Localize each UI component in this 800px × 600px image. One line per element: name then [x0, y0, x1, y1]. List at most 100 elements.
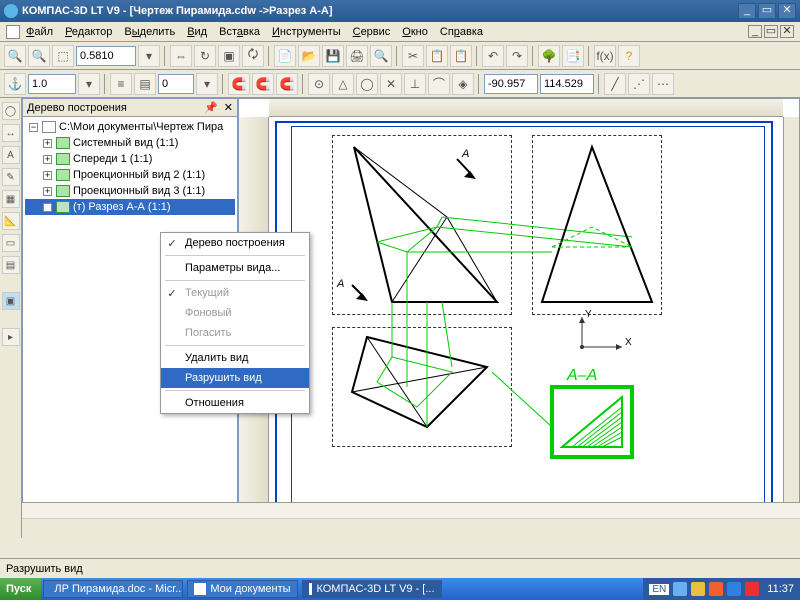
coord-x[interactable]	[484, 74, 538, 94]
line3-icon[interactable]: ⋯	[652, 73, 674, 95]
open-icon[interactable]: 📂	[298, 45, 320, 67]
tree-item[interactable]: +Проекционный вид 2 (1:1)	[25, 167, 235, 183]
menu-window[interactable]: Окно	[402, 26, 428, 38]
dim-icon[interactable]: ↔	[2, 124, 20, 142]
menu-tools[interactable]: Инструменты	[272, 26, 341, 38]
fit-icon[interactable]: ▣	[218, 45, 240, 67]
cut-icon[interactable]: ✂	[402, 45, 424, 67]
toggle-icon[interactable]: +	[43, 187, 52, 196]
snap-mid-icon[interactable]: △	[332, 73, 354, 95]
minimize-button[interactable]: _	[738, 3, 756, 19]
tray-icon[interactable]	[709, 582, 723, 596]
mdi-min[interactable]: _	[748, 25, 762, 38]
context-menu-item[interactable]: ✓Дерево построения	[161, 233, 309, 253]
menu-help[interactable]: Справка	[440, 26, 483, 38]
zoom-area-icon[interactable]: ⬚	[52, 45, 74, 67]
tree-item[interactable]: +Проекционный вид 3 (1:1)	[25, 183, 235, 199]
menu-insert[interactable]: Вставка	[219, 26, 260, 38]
edit-icon[interactable]: ✎	[2, 168, 20, 186]
snap-tan-icon[interactable]: ⌒	[428, 73, 450, 95]
style-input[interactable]	[158, 74, 194, 94]
magnet3-icon[interactable]: 🧲	[276, 73, 298, 95]
context-menu-item[interactable]: Параметры вида...	[161, 258, 309, 278]
anchor-icon[interactable]: ⚓	[4, 73, 26, 95]
snap-center-icon[interactable]: ◯	[356, 73, 378, 95]
layer-icon[interactable]: ≡	[110, 73, 132, 95]
print-icon[interactable]: 🖨	[346, 45, 368, 67]
toggle-icon[interactable]: +	[43, 155, 52, 164]
tray-icon[interactable]	[673, 582, 687, 596]
spec-icon[interactable]: ▤	[2, 256, 20, 274]
snap-int-icon[interactable]: ✕	[380, 73, 402, 95]
style-drop[interactable]: ▾	[196, 73, 218, 95]
new-icon[interactable]: 📄	[274, 45, 296, 67]
param-icon[interactable]: ▦	[2, 190, 20, 208]
mdi-restore[interactable]: ▭	[764, 25, 778, 38]
undo-icon[interactable]: ↶	[482, 45, 504, 67]
measure-icon[interactable]: 📐	[2, 212, 20, 230]
props-icon[interactable]: 📑	[562, 45, 584, 67]
taskbar-button[interactable]: Мои документы	[187, 580, 297, 598]
toggle-icon[interactable]: +	[43, 203, 52, 212]
lang-indicator[interactable]: EN	[649, 584, 669, 595]
refresh-icon[interactable]: 🗘	[242, 45, 264, 67]
start-button[interactable]: Пуск	[0, 578, 41, 600]
expand-icon[interactable]: ▸	[2, 328, 20, 346]
menu-select[interactable]: Выделить	[124, 26, 175, 38]
redo-icon[interactable]: ↷	[506, 45, 528, 67]
menu-view[interactable]: Вид	[187, 26, 207, 38]
zoom-out-icon[interactable]: 🔍	[28, 45, 50, 67]
preview-icon[interactable]: 🔍	[370, 45, 392, 67]
tray-icon[interactable]	[745, 582, 759, 596]
context-menu-item[interactable]: Удалить вид	[161, 348, 309, 368]
tree-doc[interactable]: − C:\Мои документы\Чертеж Пира	[25, 119, 235, 135]
zoom-input[interactable]	[76, 46, 136, 66]
snap-near-icon[interactable]: ◈	[452, 73, 474, 95]
scrollbar-vertical[interactable]	[783, 117, 799, 521]
state-icon[interactable]: ▤	[134, 73, 156, 95]
select-icon[interactable]: ▭	[2, 234, 20, 252]
rotate-icon[interactable]: ↻	[194, 45, 216, 67]
snap-end-icon[interactable]: ⊙	[308, 73, 330, 95]
tray-icon[interactable]	[727, 582, 741, 596]
magnet1-icon[interactable]: 🧲	[228, 73, 250, 95]
taskbar-button[interactable]: КОМПАС-3D LT V9 - [...	[302, 580, 442, 598]
restore-button[interactable]: ▭	[758, 3, 776, 19]
pin-icon[interactable]: 📌	[204, 101, 218, 114]
menu-file[interactable]: ФФайлайл	[26, 26, 53, 38]
drawing-canvas[interactable]: А А А–А X Y	[269, 117, 783, 521]
toggle-icon[interactable]: +	[43, 171, 52, 180]
dropdown-icon[interactable]: ▾	[138, 45, 160, 67]
tree-close-icon[interactable]: ✕	[224, 101, 233, 114]
menu-service[interactable]: Сервис	[353, 26, 391, 38]
line1-icon[interactable]: ╱	[604, 73, 626, 95]
pan-icon[interactable]: ⇔	[170, 45, 192, 67]
assoc-icon[interactable]: ▣	[2, 292, 20, 310]
paste-icon[interactable]: 📋	[450, 45, 472, 67]
scale-input[interactable]	[28, 74, 76, 94]
coord-y[interactable]	[540, 74, 594, 94]
context-menu-item[interactable]: Разрушить вид	[161, 368, 309, 388]
vars-icon[interactable]: f(x)	[594, 45, 616, 67]
mdi-close[interactable]: ✕	[780, 25, 794, 38]
tray-icon[interactable]	[691, 582, 705, 596]
toggle-icon[interactable]: −	[29, 123, 38, 132]
toggle-icon[interactable]: +	[43, 139, 52, 148]
help-icon[interactable]: ?	[618, 45, 640, 67]
magnet2-icon[interactable]: 🧲	[252, 73, 274, 95]
taskbar-button[interactable]: ЛР Пирамида.doc - Micr...	[43, 580, 183, 598]
line2-icon[interactable]: ⋰	[628, 73, 650, 95]
tree-item[interactable]: +Спереди 1 (1:1)	[25, 151, 235, 167]
context-menu-item[interactable]: Отношения	[161, 393, 309, 413]
tree-item[interactable]: +Системный вид (1:1)	[25, 135, 235, 151]
geom-icon[interactable]: ◯	[2, 102, 20, 120]
menu-edit[interactable]: Редактор	[65, 26, 112, 38]
close-button[interactable]: ✕	[778, 3, 796, 19]
text-icon[interactable]: A	[2, 146, 20, 164]
scale-drop[interactable]: ▾	[78, 73, 100, 95]
zoom-in-icon[interactable]: 🔍	[4, 45, 26, 67]
save-icon[interactable]: 💾	[322, 45, 344, 67]
copy-icon[interactable]: 📋	[426, 45, 448, 67]
tree-item[interactable]: +(т) Разрез А-А (1:1)	[25, 199, 235, 215]
snap-perp-icon[interactable]: ⊥	[404, 73, 426, 95]
